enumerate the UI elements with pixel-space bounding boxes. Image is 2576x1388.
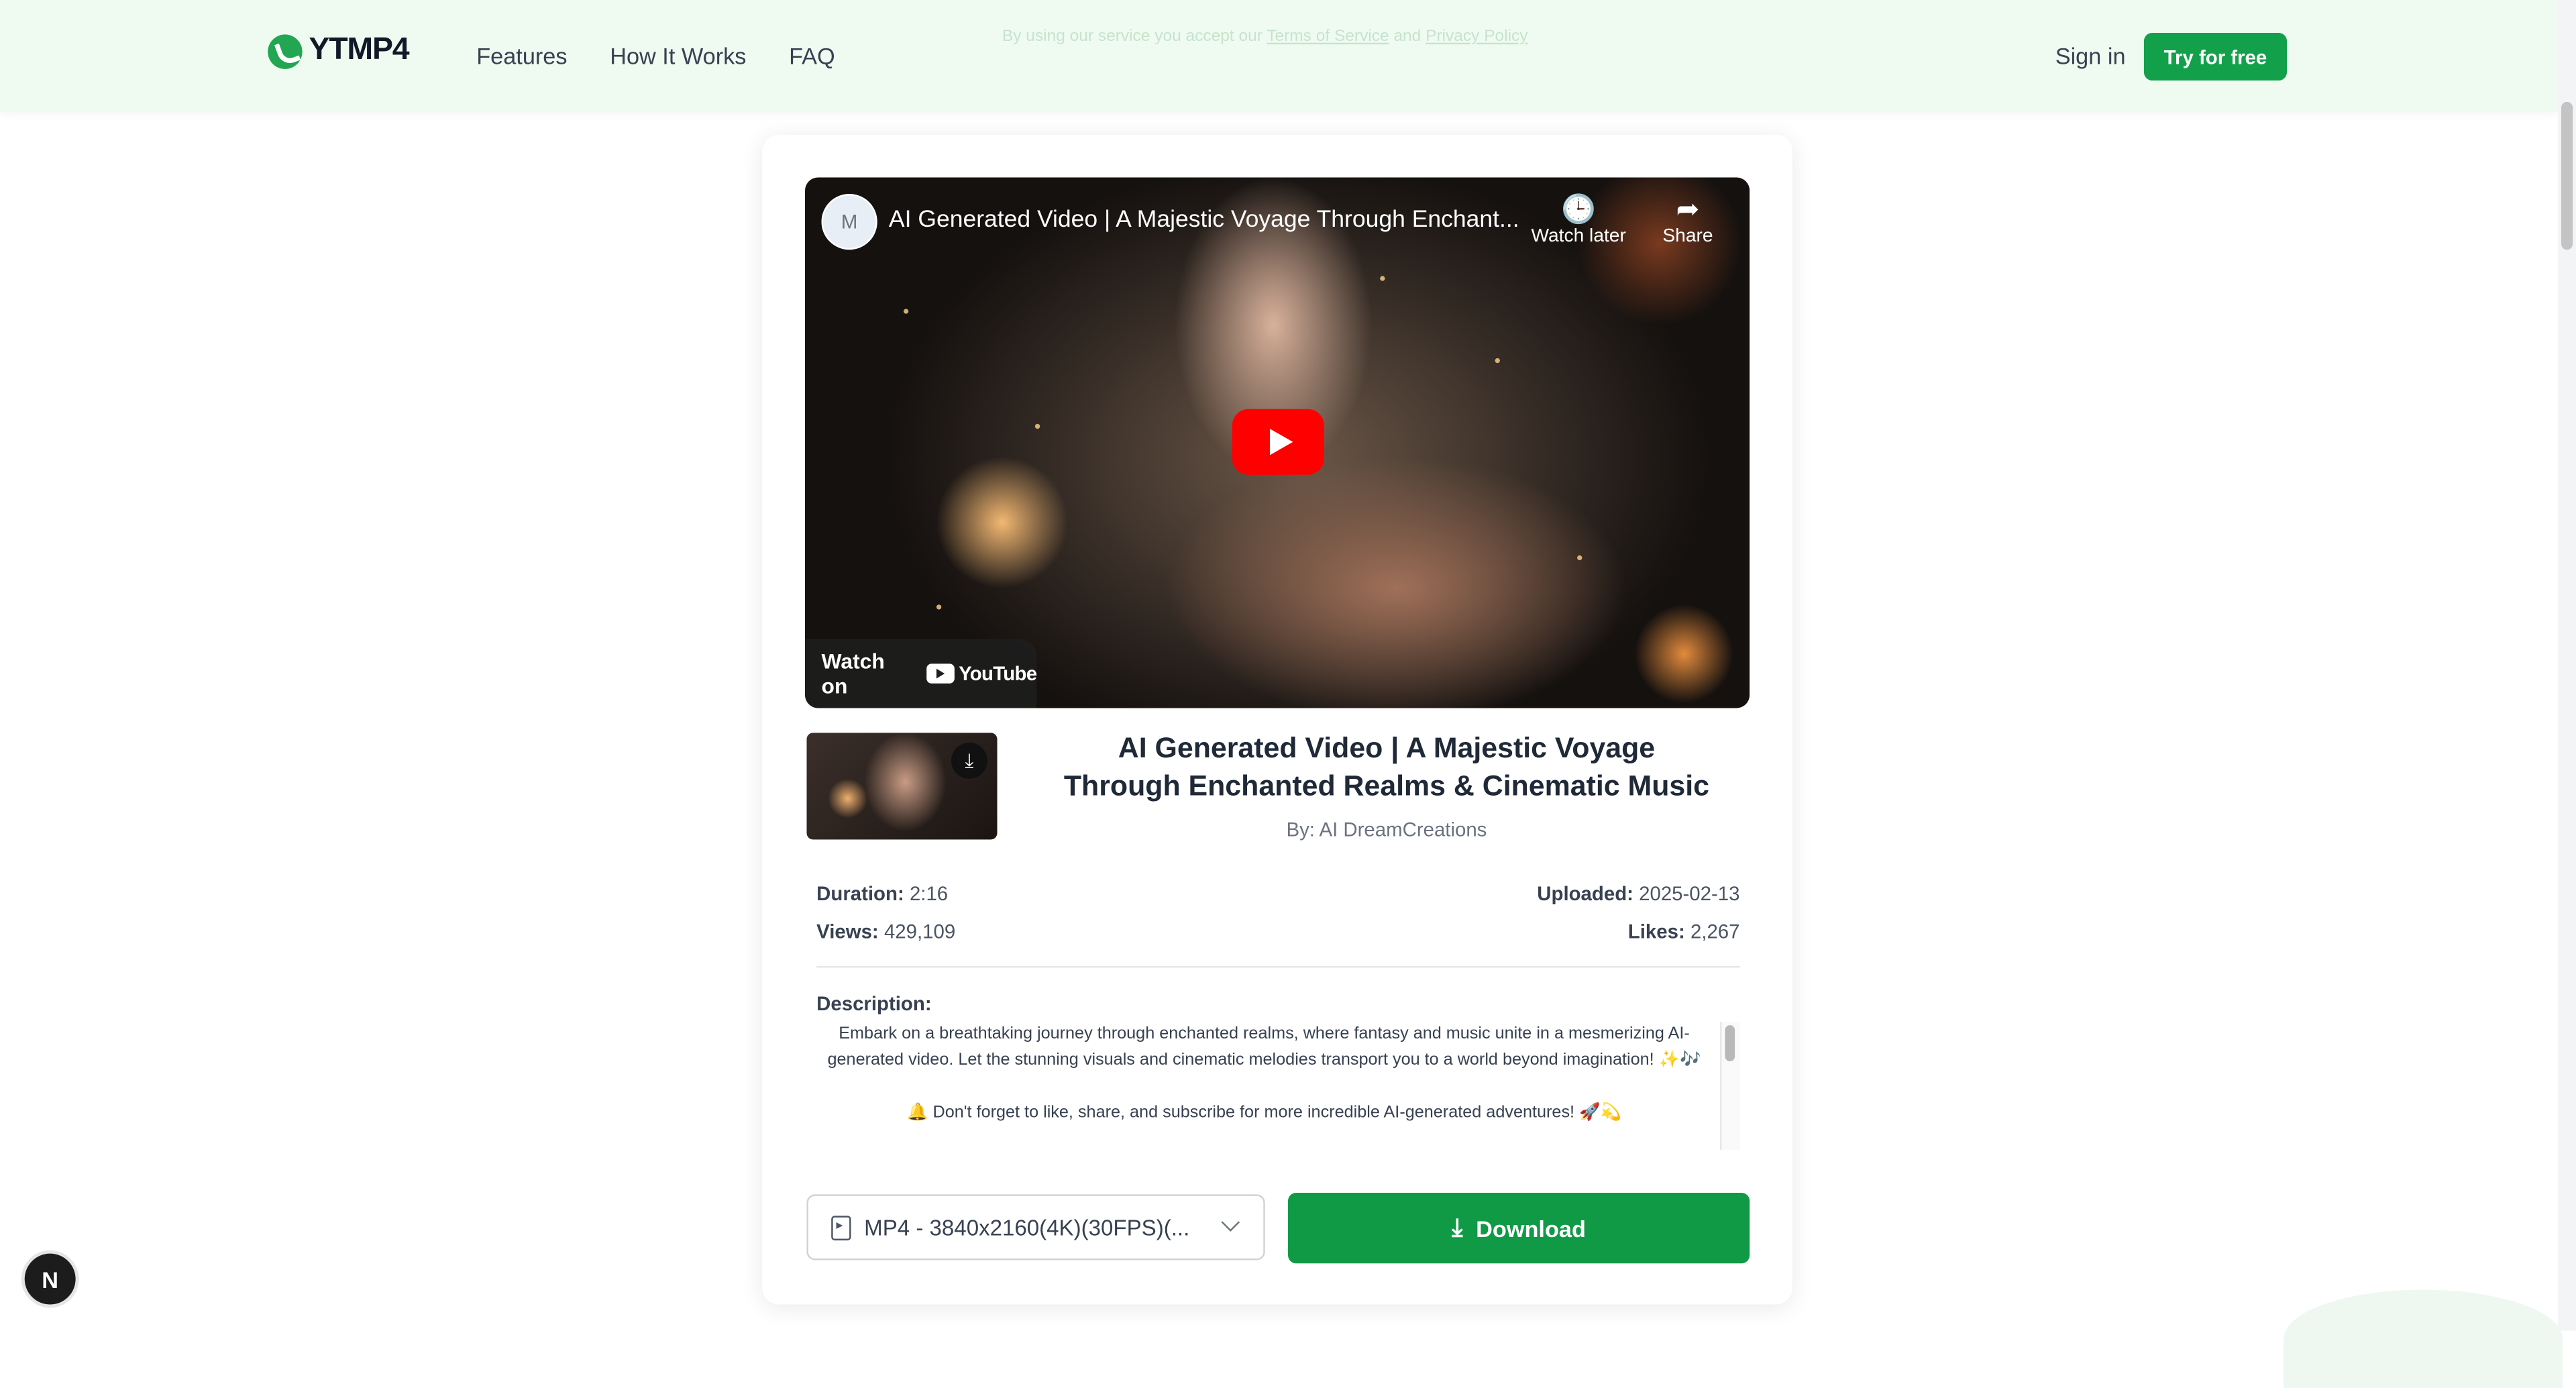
video-card: M AI Generated Video | A Majestic Voyage… <box>762 134 1792 1305</box>
site-header: By using our service you accept our Term… <box>0 0 2559 112</box>
youtube-play-icon <box>926 663 954 684</box>
play-icon <box>1269 429 1293 456</box>
sparkle <box>936 604 942 610</box>
sparkle <box>1380 276 1385 281</box>
try-for-free-button[interactable]: Try for free <box>2143 32 2288 81</box>
youtube-embed[interactable]: M AI Generated Video | A Majestic Voyage… <box>805 177 1750 708</box>
channel-avatar[interactable]: M <box>821 193 877 250</box>
clock-icon: 🕒 <box>1561 193 1597 225</box>
privacy-link[interactable]: Privacy Policy <box>1426 28 1527 46</box>
description-label: Description: <box>816 992 932 1016</box>
views-stat: Views: 429,109 <box>816 920 956 943</box>
duration-stat: Duration: 2:16 <box>816 882 949 906</box>
thumbnail-download-icon[interactable]: ⤓ <box>951 742 987 779</box>
nav-item-features[interactable]: Features <box>476 43 567 69</box>
play-button[interactable] <box>1232 409 1324 475</box>
sign-in-link[interactable]: Sign in <box>2055 43 2126 69</box>
page-scroll-thumb[interactable] <box>2561 101 2573 250</box>
sparkle <box>1577 555 1582 561</box>
download-icon: ⤓ <box>1452 1214 1463 1242</box>
watch-later-button[interactable]: 🕒 Watch later <box>1531 194 1625 246</box>
terms-link[interactable]: Terms of Service <box>1267 28 1389 46</box>
sparkle <box>1495 358 1500 364</box>
description-scrollbar[interactable] <box>1720 1022 1740 1151</box>
decorative-blob <box>2284 1289 2563 1388</box>
description-box[interactable]: Embark on a breathtaking journey through… <box>816 1022 1740 1151</box>
nav-item-faq[interactable]: FAQ <box>789 43 835 69</box>
format-select-value: MP4 - 3840x2160(4K)(30FPS)(... <box>864 1215 1190 1240</box>
nextjs-devtools-button[interactable]: N <box>24 1253 76 1305</box>
video-author: By: AI DreamCreations <box>1286 818 1487 841</box>
main-nav: Features How It Works FAQ <box>476 43 835 69</box>
brand-logo[interactable]: YTMP4 <box>268 32 410 69</box>
watch-on-youtube-button[interactable]: Watch on YouTube <box>805 639 1037 708</box>
download-button[interactable]: ⤓ Download <box>1288 1192 1750 1264</box>
chevron-down-icon <box>1221 1213 1240 1232</box>
description-text: Embark on a breathtaking journey through… <box>827 1025 1701 1122</box>
terms-notice: By using our service you accept our Term… <box>1002 28 1528 46</box>
nav-item-how-it-works[interactable]: How It Works <box>610 43 746 69</box>
page-scrollbar[interactable] <box>2558 0 2576 1331</box>
description-scroll-thumb[interactable] <box>1725 1025 1735 1062</box>
page: By using our service you accept our Term… <box>0 0 2576 1388</box>
share-button[interactable]: ➦ Share <box>1662 194 1713 246</box>
video-title: AI Generated Video | A Majestic Voyage T… <box>1063 731 1709 802</box>
embed-video-title[interactable]: AI Generated Video | A Majestic Voyage T… <box>889 207 1529 233</box>
brand-name: YTMP4 <box>309 32 409 68</box>
sparkle <box>903 309 909 314</box>
likes-stat: Likes: 2,267 <box>1627 920 1740 943</box>
video-thumbnail: ⤓ <box>806 733 998 840</box>
format-select[interactable]: MP4 - 3840x2160(4K)(30FPS)(... <box>806 1194 1265 1261</box>
sparkle <box>1034 423 1040 429</box>
divider <box>816 966 1740 968</box>
share-arrow-icon: ➦ <box>1676 193 1700 225</box>
leaf-logo-icon <box>268 34 303 68</box>
uploaded-stat: Uploaded: 2025-02-13 <box>1537 882 1740 906</box>
video-file-icon <box>831 1215 851 1240</box>
youtube-logo: YouTube <box>926 662 1037 685</box>
